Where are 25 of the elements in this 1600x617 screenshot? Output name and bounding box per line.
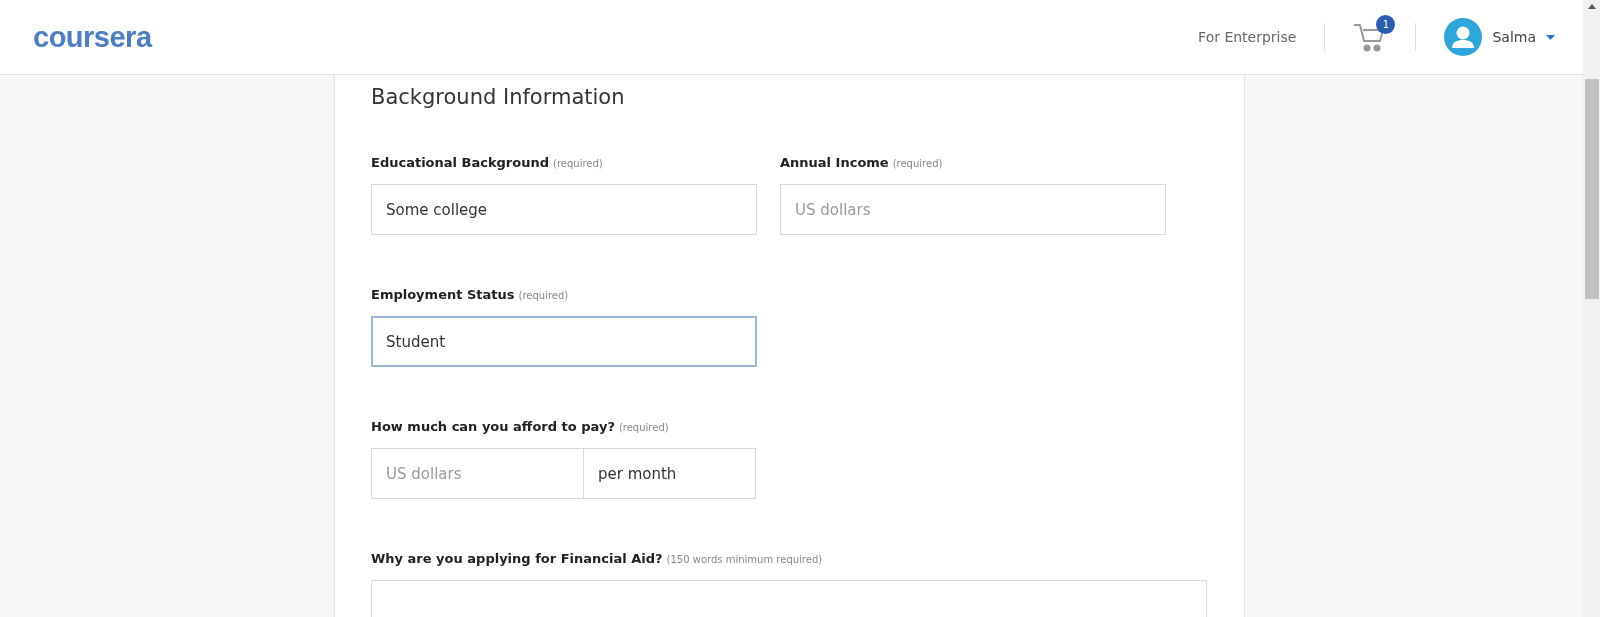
- scrollbar-thumb[interactable]: [1584, 79, 1599, 299]
- required-hint: (150 words minimum required): [666, 554, 823, 565]
- field-label: Employment Status: [371, 287, 515, 302]
- section-title: Background Information: [371, 84, 626, 111]
- required-hint: (required): [553, 158, 603, 169]
- field-label: How much can you afford to pay?: [371, 419, 615, 434]
- required-hint: (required): [892, 158, 943, 169]
- user-name[interactable]: Salma: [1492, 29, 1536, 45]
- field-label: Annual Income: [780, 155, 889, 170]
- logo[interactable]: coursera: [33, 20, 152, 54]
- field-label: Why are you applying for Financial Aid?: [371, 551, 663, 566]
- required-hint: (required): [618, 422, 669, 433]
- avatar-icon[interactable]: [1444, 18, 1483, 56]
- cart-count-badge: 1: [1376, 15, 1396, 34]
- period-select[interactable]: per month: [584, 448, 756, 499]
- input-field[interactable]: Some college: [371, 184, 757, 235]
- input-field[interactable]: US dollars: [780, 184, 1166, 235]
- enterprise-link[interactable]: For Enterprise: [1198, 29, 1297, 45]
- input-field[interactable]: Student: [371, 316, 757, 367]
- caret-icon[interactable]: [1546, 34, 1555, 40]
- field-label: Educational Background: [371, 155, 550, 170]
- scroll-up-icon[interactable]: [1587, 4, 1596, 9]
- amount-field[interactable]: US dollars: [371, 448, 584, 499]
- scrollbar[interactable]: [1583, 0, 1600, 617]
- required-hint: (required): [518, 290, 569, 301]
